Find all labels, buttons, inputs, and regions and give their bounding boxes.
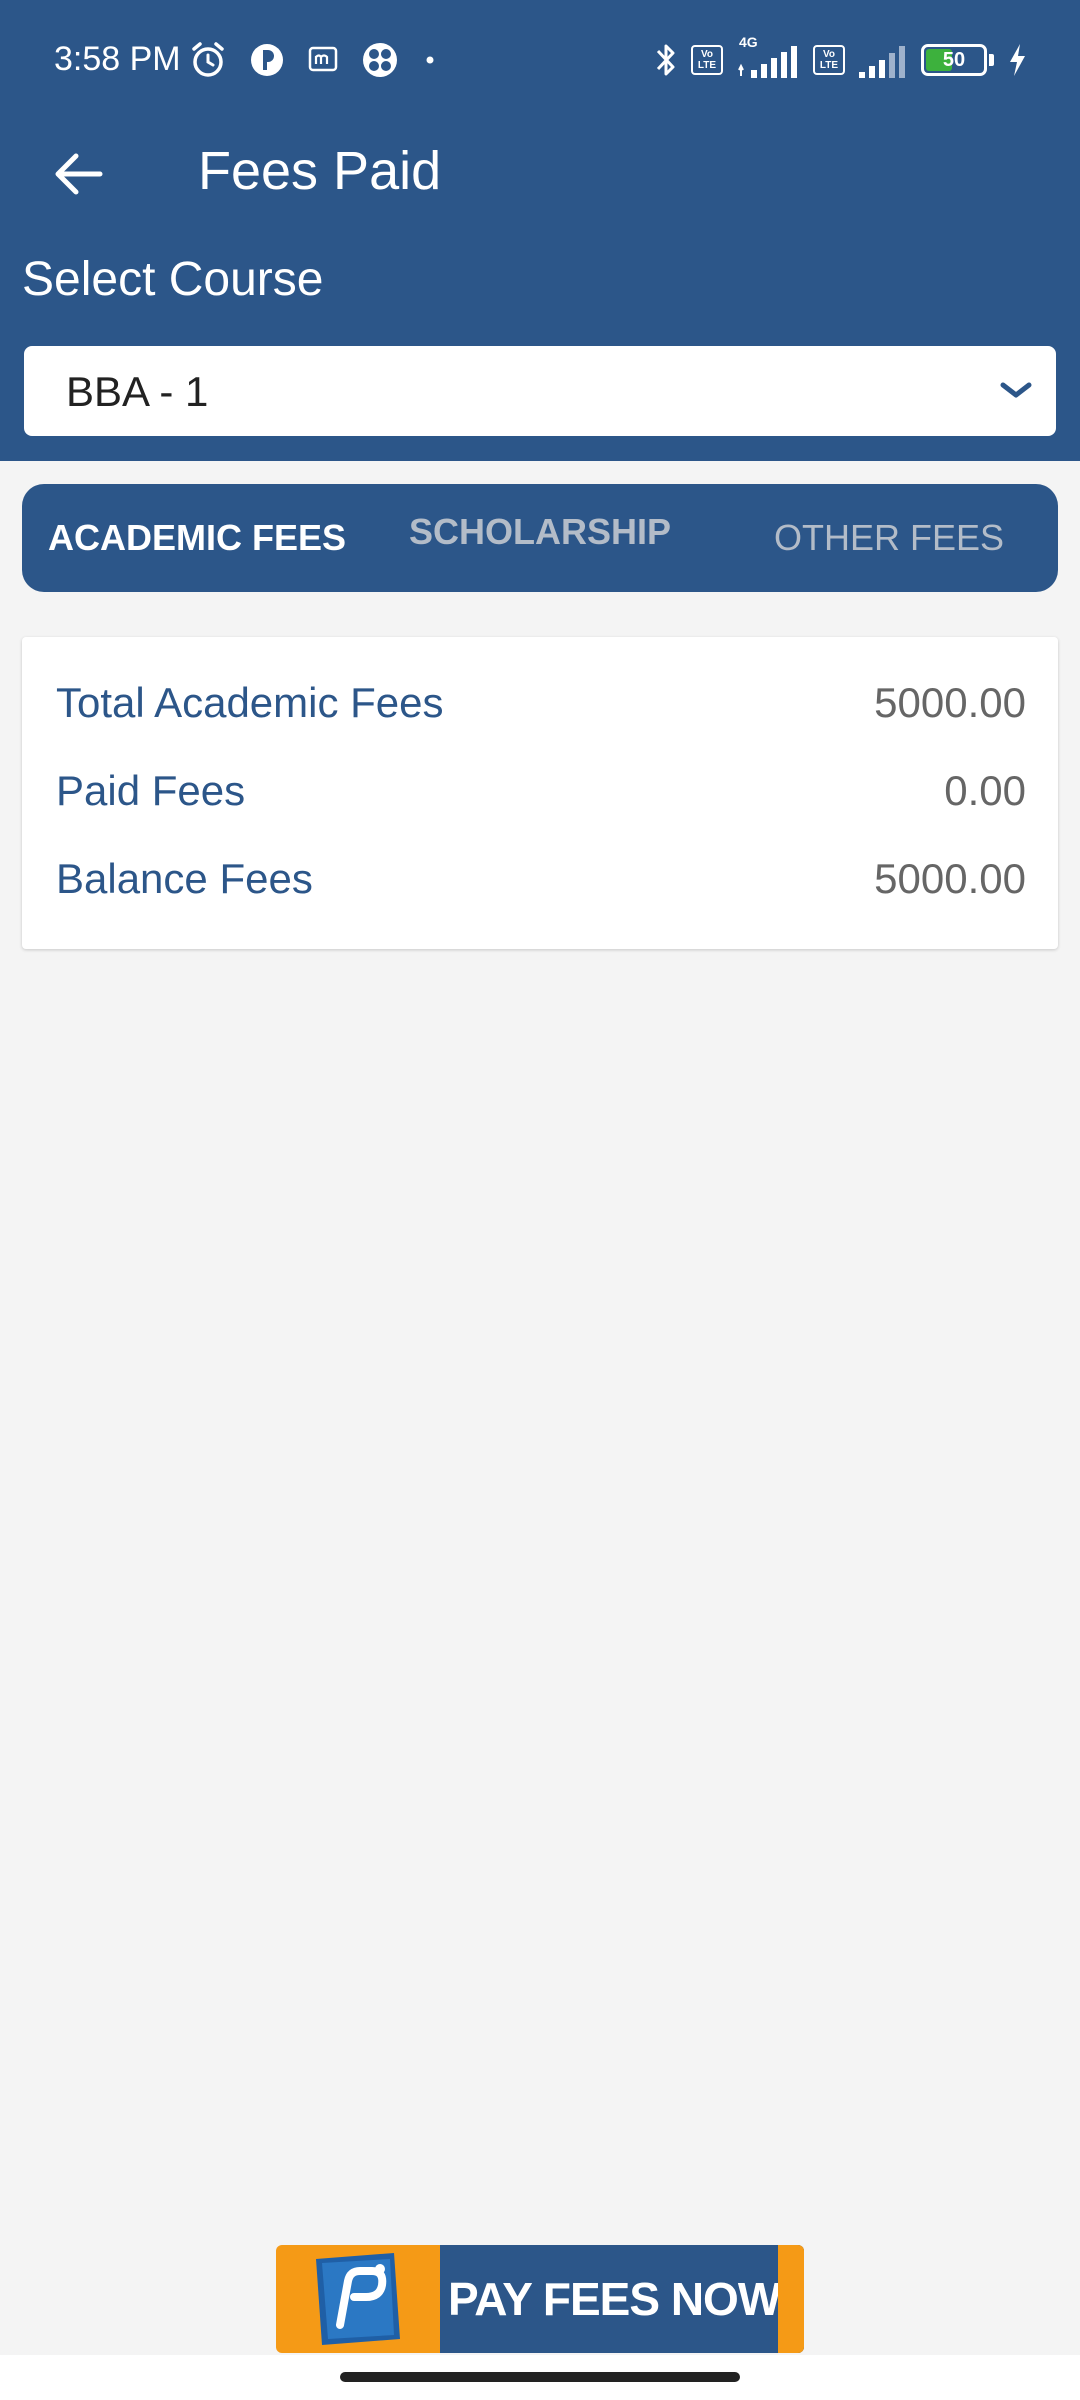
- status-bar: 3:58 PM Vo LTE 4G Vo LTE 50: [0, 0, 1080, 120]
- volte-label-bottom-2: LTE: [819, 60, 839, 71]
- volte-icon-2: Vo LTE: [813, 45, 845, 75]
- fee-label: Paid Fees: [56, 767, 246, 814]
- fees-summary-card: Total Academic Fees 5000.00 Paid Fees 0.…: [22, 637, 1058, 949]
- app-icon: [360, 40, 400, 80]
- fee-row-paid: Paid Fees 0.00: [56, 761, 1026, 821]
- signal-icon: 4G: [735, 34, 801, 80]
- status-time: 3:58 PM: [54, 40, 181, 78]
- pay-button-edge: [778, 2245, 804, 2353]
- course-selected-value: BBA - 1: [66, 368, 209, 415]
- bluetooth-icon: [653, 40, 679, 80]
- battery-level: 50: [942, 48, 966, 71]
- signal-icon-2: [857, 40, 909, 80]
- volte-label-top-2: Vo: [822, 49, 836, 60]
- status-right-icons: Vo LTE 4G Vo LTE 50: [653, 34, 1028, 84]
- network-type-label: 4G: [739, 34, 758, 50]
- tab-scholarship[interactable]: SCHOLARSHIP: [409, 478, 671, 586]
- home-indicator[interactable]: [340, 2372, 740, 2382]
- back-arrow-icon: [55, 153, 103, 195]
- header-panel: 3:58 PM Vo LTE 4G Vo LTE 50 Fees Paid Se…: [0, 0, 1080, 461]
- fees-tab-bar: ACADEMIC FEES SCHOLARSHIP OTHER FEES: [22, 484, 1058, 592]
- fee-label: Balance Fees: [56, 855, 313, 902]
- back-button[interactable]: [40, 136, 116, 212]
- volte-label-top: Vo: [700, 49, 714, 60]
- app-notification-icon: [248, 41, 286, 79]
- payment-logo-icon: [302, 2251, 406, 2347]
- chevron-down-icon: [996, 374, 1036, 408]
- fee-label: Total Academic Fees: [56, 679, 444, 726]
- fee-row-balance: Balance Fees 5000.00: [56, 849, 1026, 909]
- pay-button-label: PAY FEES NOW: [448, 2273, 781, 2325]
- status-left-icons: [188, 36, 440, 84]
- fee-value: 0.00: [944, 767, 1026, 814]
- course-dropdown[interactable]: BBA - 1: [24, 346, 1056, 436]
- fee-value: 5000.00: [874, 855, 1026, 902]
- page-title: Fees Paid: [198, 141, 442, 201]
- volte-label-bottom: LTE: [697, 60, 717, 71]
- pay-button-divider: [412, 2245, 420, 2353]
- more-dot-icon: [420, 50, 440, 70]
- app-bar: Fees Paid: [0, 120, 1080, 224]
- select-course-label: Select Course: [22, 253, 324, 306]
- tab-academic-fees[interactable]: ACADEMIC FEES: [48, 484, 346, 592]
- fee-row-total: Total Academic Fees 5000.00: [56, 673, 1026, 733]
- alarm-icon: [188, 40, 228, 80]
- volte-icon: Vo LTE: [691, 45, 723, 75]
- pay-fees-now-button[interactable]: PAY FEES NOW: [276, 2245, 804, 2353]
- battery-icon: 50: [921, 44, 987, 76]
- messaging-icon: [306, 43, 340, 77]
- fee-value: 5000.00: [874, 679, 1026, 726]
- tab-other-fees[interactable]: OTHER FEES: [774, 484, 1004, 592]
- battery-cap: [989, 54, 994, 66]
- charging-icon: [1006, 42, 1028, 78]
